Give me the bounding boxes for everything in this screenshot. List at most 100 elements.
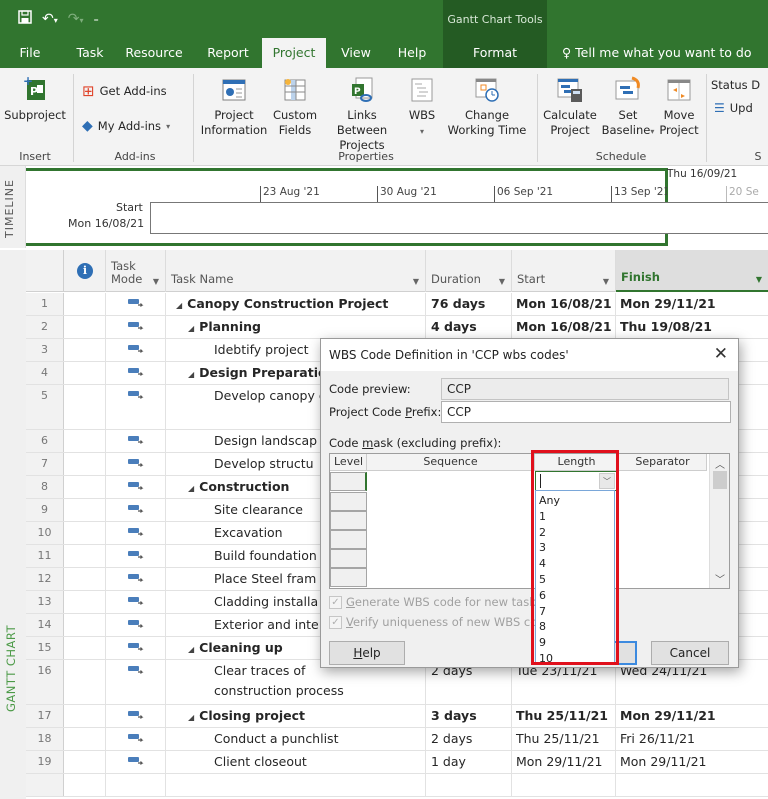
start-cell[interactable]: Thu 25/11/21: [512, 705, 616, 727]
task-mode-cell[interactable]: [106, 751, 166, 773]
select-all-corner[interactable]: [26, 250, 64, 292]
row-id[interactable]: 11: [26, 545, 64, 567]
collapse-triangle-icon[interactable]: ◢: [188, 645, 194, 654]
task-mode-cell[interactable]: [106, 705, 166, 727]
task-name-cell[interactable]: Conduct a punchlist: [166, 728, 426, 750]
dropdown-option[interactable]: 8: [539, 619, 546, 635]
cancel-button[interactable]: Cancel: [651, 641, 729, 665]
indicator-cell[interactable]: [64, 660, 106, 704]
task-mode-cell[interactable]: [106, 430, 166, 452]
dropdown-option[interactable]: 2: [539, 525, 546, 541]
task-mode-cell[interactable]: [106, 545, 166, 567]
row-id[interactable]: 5: [26, 385, 64, 429]
mask-row-header[interactable]: [330, 549, 367, 568]
wbs-button[interactable]: WBS ▾: [404, 76, 440, 139]
indicator-cell[interactable]: [64, 385, 106, 429]
task-mode-cell[interactable]: [106, 660, 166, 704]
finish-cell[interactable]: Mon 29/11/21: [616, 751, 768, 773]
custom-fields-button[interactable]: Custom Fields: [270, 76, 320, 138]
indicator-cell[interactable]: [64, 751, 106, 773]
get-addins-button[interactable]: ⊞ Get Add-ins: [82, 82, 167, 100]
tab-project[interactable]: Project: [262, 38, 326, 69]
indicator-cell[interactable]: [64, 453, 106, 475]
dropdown-option[interactable]: 6: [539, 588, 546, 604]
tab-help[interactable]: Help: [392, 38, 432, 68]
indicator-cell[interactable]: [64, 545, 106, 567]
collapse-triangle-icon[interactable]: ◢: [188, 484, 194, 493]
row-id[interactable]: 15: [26, 637, 64, 659]
indicator-cell[interactable]: [64, 476, 106, 498]
change-working-time-button[interactable]: Change Working Time: [442, 76, 532, 138]
move-project-button[interactable]: Move Project: [656, 76, 702, 138]
column-header-start[interactable]: Start ▼: [512, 250, 616, 292]
timeline-bar[interactable]: [150, 202, 768, 234]
tab-file[interactable]: File: [8, 38, 52, 68]
generate-wbs-checkbox[interactable]: ✓ Generate WBS code for new task: [329, 595, 536, 609]
set-baseline-button[interactable]: Set Baseline▾: [600, 76, 656, 139]
duration-cell[interactable]: 3 days: [426, 705, 512, 727]
collapse-triangle-icon[interactable]: ◢: [188, 713, 194, 722]
indicator-cell[interactable]: [64, 316, 106, 338]
row-id[interactable]: 13: [26, 591, 64, 613]
tab-report[interactable]: Report: [200, 38, 256, 68]
indicator-cell[interactable]: [64, 430, 106, 452]
row-id[interactable]: 3: [26, 339, 64, 361]
column-header-task-mode[interactable]: Task Mode ▼: [106, 250, 166, 292]
dropdown-option[interactable]: Any: [539, 493, 560, 509]
task-mode-cell[interactable]: [106, 522, 166, 544]
scroll-up-icon[interactable]: ︿: [715, 456, 725, 471]
save-icon[interactable]: [18, 10, 32, 28]
verify-uniqueness-checkbox[interactable]: ✓ Verify uniqueness of new WBS cod: [329, 615, 545, 629]
tab-view[interactable]: View: [334, 38, 378, 68]
task-mode-cell[interactable]: [106, 568, 166, 590]
row-id[interactable]: 4: [26, 362, 64, 384]
indicator-cell[interactable]: [64, 499, 106, 521]
empty-cell[interactable]: [512, 774, 616, 796]
table-row[interactable]: 17 ◢ Closing project 3 days Thu 25/11/21 Mon …: [26, 705, 768, 728]
length-combobox[interactable]: ﹀: [535, 471, 617, 491]
indicator-cell[interactable]: [64, 637, 106, 659]
task-mode-cell[interactable]: [106, 728, 166, 750]
indicator-cell[interactable]: [64, 614, 106, 636]
row-id[interactable]: 8: [26, 476, 64, 498]
task-mode-cell[interactable]: [106, 614, 166, 636]
chevron-down-icon[interactable]: ▼: [756, 275, 762, 284]
row-id[interactable]: 19: [26, 751, 64, 773]
mask-row-header[interactable]: [330, 492, 367, 511]
my-addins-button[interactable]: ◆ My Add-ins ▾: [82, 118, 170, 134]
row-id[interactable]: 10: [26, 522, 64, 544]
column-header-finish[interactable]: Finish ▼: [616, 250, 768, 292]
duration-cell[interactable]: 2 days: [426, 728, 512, 750]
start-cell[interactable]: Mon 16/08/21: [512, 293, 616, 315]
customize-qat-icon[interactable]: ₌: [94, 14, 99, 25]
row-id[interactable]: 14: [26, 614, 64, 636]
empty-row[interactable]: [26, 774, 768, 797]
column-header-info[interactable]: i: [64, 250, 106, 292]
row-id[interactable]: 9: [26, 499, 64, 521]
start-cell[interactable]: Mon 29/11/21: [512, 751, 616, 773]
mask-row-header[interactable]: [330, 511, 367, 530]
task-name-cell[interactable]: Client closeout: [166, 751, 426, 773]
row-id[interactable]: 1: [26, 293, 64, 315]
project-code-prefix-input[interactable]: CCP: [441, 401, 731, 423]
table-row[interactable]: 1 ◢ Canopy Construction Project 76 days Mon …: [26, 293, 768, 316]
dropdown-option[interactable]: 9: [539, 635, 546, 651]
task-mode-cell[interactable]: [106, 316, 166, 338]
indicator-cell[interactable]: [64, 568, 106, 590]
task-mode-cell[interactable]: [106, 591, 166, 613]
undo-icon[interactable]: ↶▾: [42, 11, 58, 27]
mask-row-header[interactable]: [330, 568, 367, 587]
mask-row-header[interactable]: [330, 530, 367, 549]
scrollbar-thumb[interactable]: [713, 471, 727, 489]
mask-row-header[interactable]: [330, 472, 367, 491]
indicator-cell[interactable]: [64, 728, 106, 750]
indicator-cell[interactable]: [64, 705, 106, 727]
chevron-down-icon[interactable]: ▼: [153, 277, 159, 286]
row-id[interactable]: 17: [26, 705, 64, 727]
chevron-down-icon[interactable]: ▼: [413, 277, 419, 286]
row-id[interactable]: 18: [26, 728, 64, 750]
empty-cell[interactable]: [166, 774, 426, 796]
task-name-cell[interactable]: ◢ Closing project: [166, 705, 426, 727]
collapse-triangle-icon[interactable]: ◢: [188, 370, 194, 379]
chevron-down-icon[interactable]: ▼: [499, 277, 505, 286]
